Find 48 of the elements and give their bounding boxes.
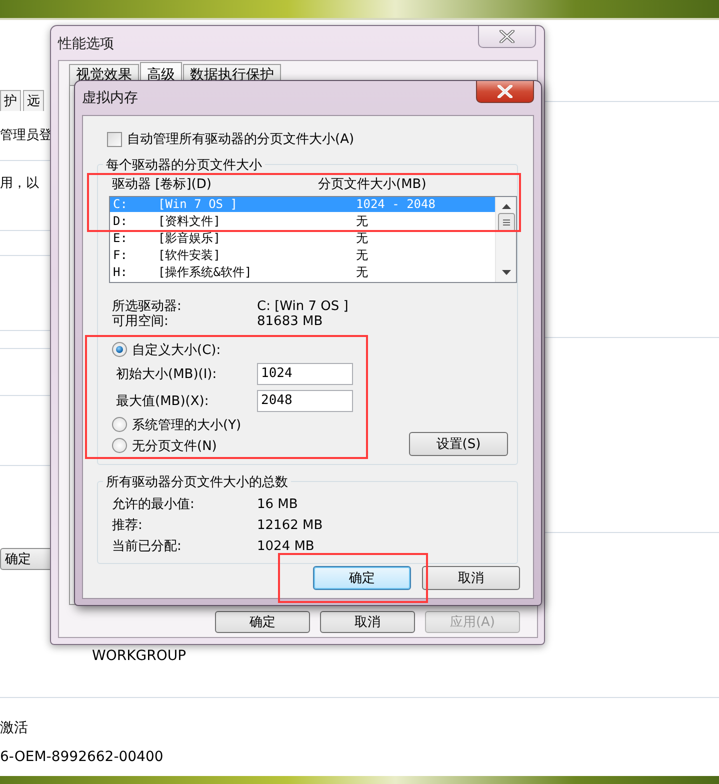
ok-button[interactable]: 确定 [215,611,310,633]
body-text: 用，以 [0,175,39,192]
window-title: 性能选项 [58,35,114,53]
tab[interactable]: 远 [23,90,44,111]
close-button[interactable] [478,26,536,48]
tab[interactable]: 护 [0,90,21,111]
cancel-button[interactable]: 取消 [422,566,520,590]
scroll-up-icon[interactable] [502,204,510,209]
initial-size-field[interactable]: 1024 [257,362,353,384]
field-value: 12162 MB [257,517,324,535]
drive-row[interactable]: D: [资料文件] 无 [110,214,495,229]
drive-row[interactable]: F: [软件安装] 无 [110,248,495,263]
field-label: 推荐: [112,517,144,535]
column-header: 分页文件大小(MB) [318,176,426,193]
ok-button[interactable]: 确定 [313,566,411,590]
max-size-field[interactable]: 2048 [257,390,353,412]
field-label: 初始大小(MB)(I): [116,366,218,382]
cancel-button[interactable]: 取消 [320,611,415,633]
checkbox-label: 自动管理所有驱动器的分页文件大小(A) [127,131,354,148]
field-label: 可用空间: [112,314,170,329]
radio-button[interactable]: 无分页文件(N) [112,435,353,456]
close-button[interactable] [476,81,534,103]
close-icon [499,30,515,43]
field-label: 允许的最小值: [112,496,196,514]
field-value: 16 MB [257,496,299,514]
radio-button[interactable]: 系统管理的大小(Y) [112,414,353,435]
activation-text: 激活 [0,719,28,737]
field-value: C: [Win 7 OS ] [257,299,350,314]
drive-row[interactable]: E: [影音娱乐] 无 [110,231,495,246]
column-header: 驱动器 [卷标](D) [112,176,212,193]
field-label: 最大值(MB)(X): [116,392,210,410]
field-value: 81683 MB [257,314,324,329]
dialog-title: 虚拟内存 [82,89,138,107]
radio-button[interactable]: 自定义大小(C): [112,339,353,360]
field-label: 当前已分配: [112,538,182,556]
close-icon [497,85,513,98]
drive-list[interactable]: C: [Win 7 OS ] 1024 - 2048 D: [资料文件] 无 E: [影音娱乐] 无 F: [软件安装] 无 H: [操作系统&软件] 无 [109,196,517,283]
drive-row[interactable]: H: [操作系统&软件] 无 [110,265,495,280]
checkbox[interactable] [107,132,122,146]
group-title: 每个驱动器的分页文件大小 [103,156,265,174]
scrollbar-thumb[interactable] [498,213,514,232]
field-value: 1024 MB [257,538,316,556]
workgroup-text: WORKGROUP [92,648,186,664]
scroll-down-icon[interactable] [502,270,510,275]
product-id: 6-OEM-8992662-00400 [0,749,164,765]
field-label: 所选驱动器: [112,299,182,314]
settings-button[interactable]: 设置(S) [409,432,508,456]
group-title: 所有驱动器分页文件大小的总数 [103,473,291,491]
